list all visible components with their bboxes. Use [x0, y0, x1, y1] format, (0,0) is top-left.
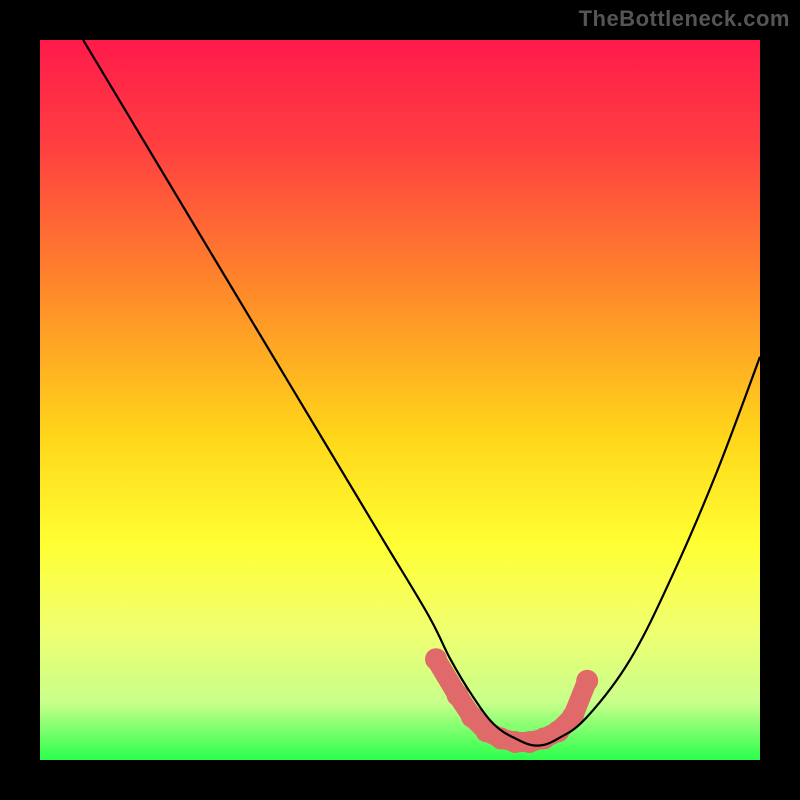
highlight-dot: [425, 648, 447, 670]
chart-svg: [40, 40, 760, 760]
chart-outer-frame: TheBottleneck.com: [0, 0, 800, 800]
plot-area: [40, 40, 760, 760]
watermark-text: TheBottleneck.com: [579, 6, 790, 32]
highlight-dot: [447, 684, 469, 706]
highlight-dot: [576, 670, 598, 692]
